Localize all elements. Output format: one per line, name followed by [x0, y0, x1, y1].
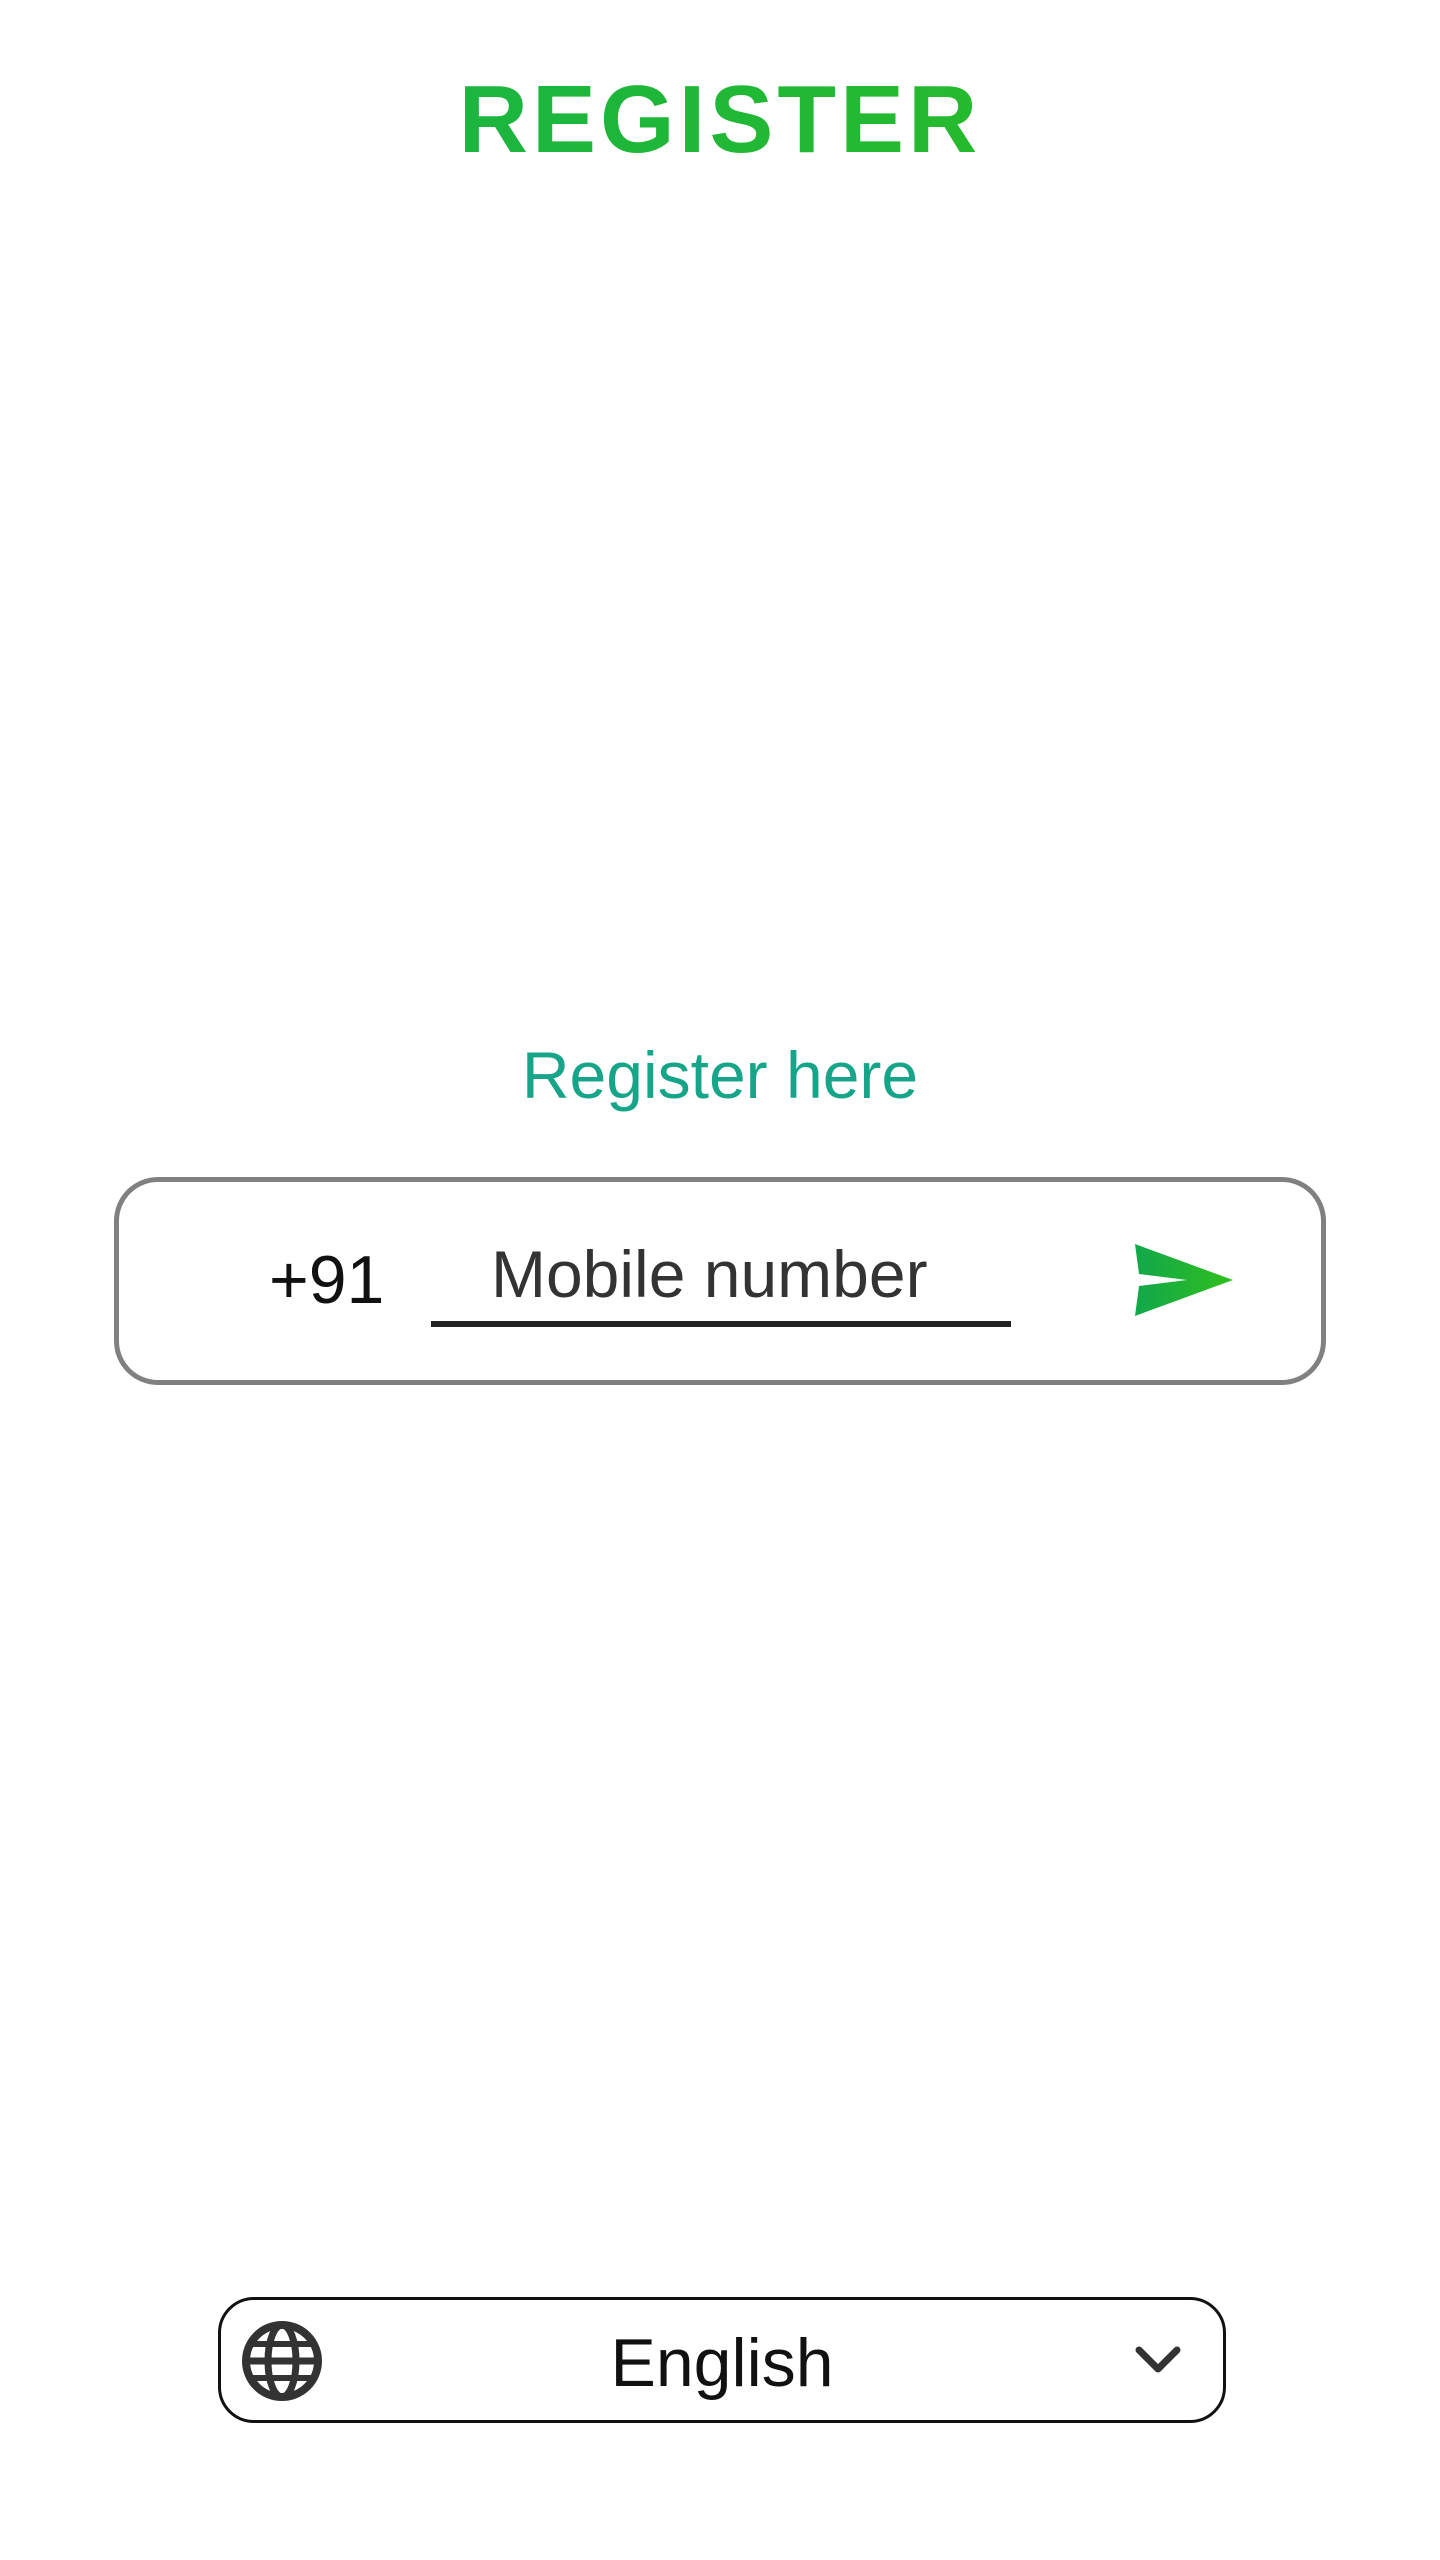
- phone-entry-card: +91: [114, 1177, 1326, 1385]
- country-code[interactable]: +91: [269, 1240, 384, 1320]
- selected-language: English: [610, 2325, 834, 2401]
- register-subtitle: Register here: [521, 1038, 919, 1112]
- send-button[interactable]: [1129, 1240, 1239, 1330]
- mobile-number-input[interactable]: [431, 1227, 1011, 1327]
- language-selector[interactable]: English: [218, 2297, 1226, 2423]
- chevron-down-icon: [1135, 2346, 1181, 2373]
- send-icon: [1135, 1244, 1233, 1316]
- page-title: REGISTER: [0, 60, 1440, 180]
